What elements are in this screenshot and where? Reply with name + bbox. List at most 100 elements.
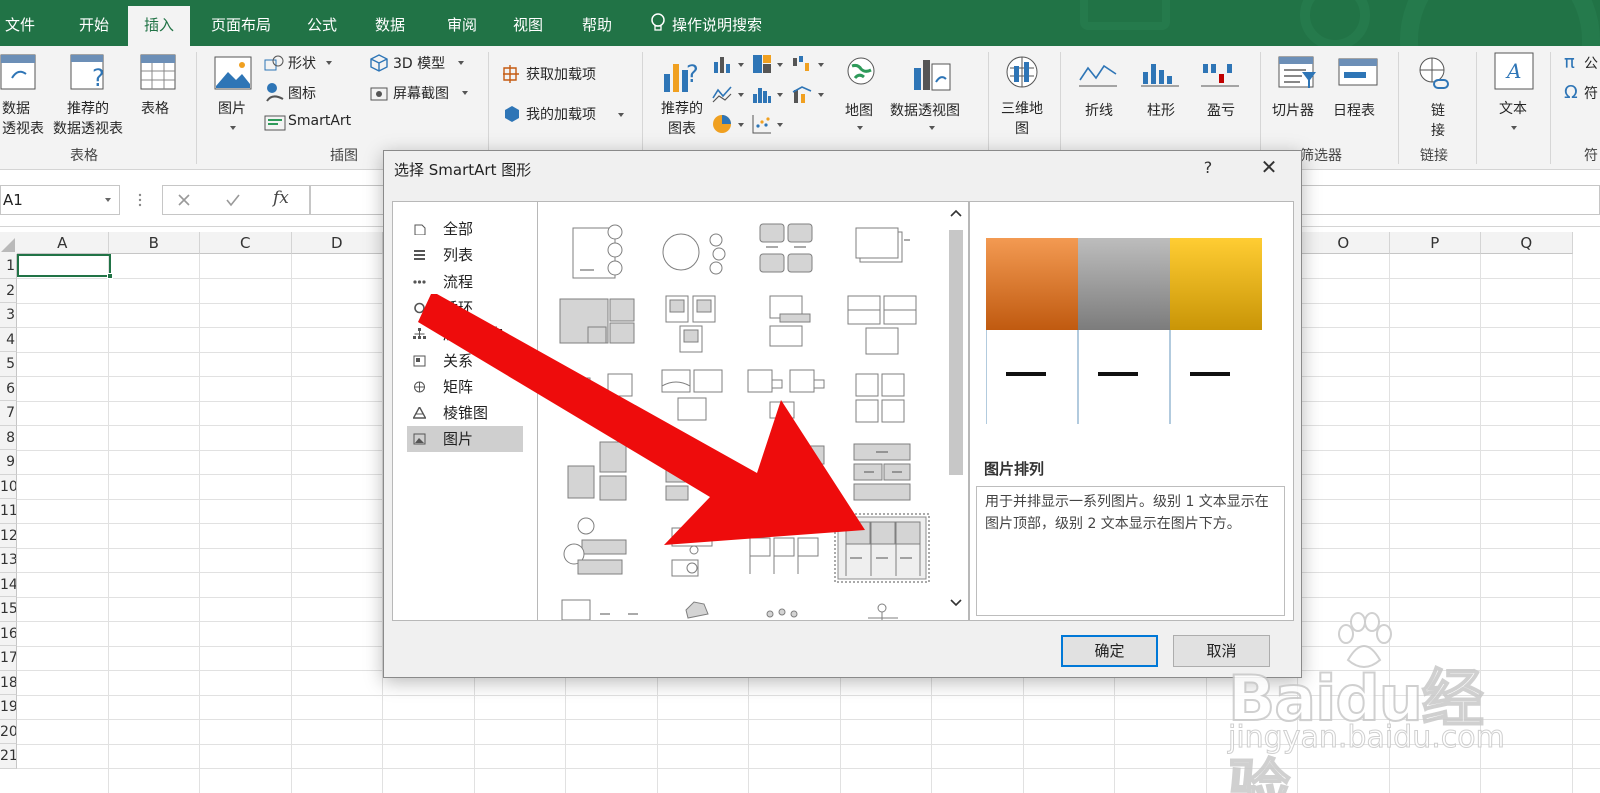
- tab-review[interactable]: 审阅: [432, 0, 492, 46]
- insert-function-button[interactable]: fx: [273, 188, 289, 208]
- enter-check-icon[interactable]: [225, 193, 241, 207]
- column-header-o[interactable]: O: [1298, 232, 1390, 254]
- row-header-3[interactable]: 3: [0, 303, 17, 328]
- layout-picture-banner[interactable]: [853, 443, 911, 501]
- layout-circle-picture-hierarchy[interactable]: [563, 517, 627, 575]
- row-header-6[interactable]: 6: [0, 376, 17, 401]
- select-all-corner[interactable]: [0, 232, 17, 254]
- category-all[interactable]: 全部: [407, 216, 523, 242]
- layout-partial-row[interactable]: [561, 599, 898, 620]
- column-header-d[interactable]: D: [291, 232, 383, 254]
- row-header-1[interactable]: 1: [0, 254, 17, 279]
- table-button[interactable]: 表格: [141, 98, 169, 118]
- timeline-button[interactable]: 日程表: [1333, 100, 1375, 120]
- layout-title-pictures[interactable]: [847, 295, 917, 355]
- symbol-button[interactable]: 符: [1584, 83, 1598, 103]
- column-header-c[interactable]: C: [200, 232, 292, 254]
- layout-bubble-list[interactable]: [662, 233, 726, 275]
- row-header-11[interactable]: 11: [0, 499, 17, 524]
- tab-insert[interactable]: 插入: [128, 6, 190, 46]
- icons-button[interactable]: 图标: [288, 83, 316, 103]
- row-header-21[interactable]: 21: [0, 744, 17, 769]
- active-cell-a1[interactable]: [17, 254, 113, 279]
- layout-picture-squares[interactable]: [855, 373, 905, 423]
- 3d-map-button[interactable]: 三维地图: [996, 98, 1048, 138]
- pictures-button[interactable]: 图片: [218, 98, 246, 118]
- row-header-20[interactable]: 20: [0, 719, 17, 744]
- equation-button[interactable]: 公: [1584, 53, 1598, 73]
- link-button[interactable]: 链接: [1428, 100, 1448, 140]
- layout-caption-blocks[interactable]: [769, 295, 811, 347]
- category-pyramid[interactable]: 棱锥图: [407, 400, 523, 426]
- recommended-pivot-button[interactable]: 推荐的 数据透视表: [48, 98, 128, 138]
- sparkline-winloss-button[interactable]: 盈亏: [1207, 100, 1235, 120]
- tab-home[interactable]: 开始: [60, 0, 128, 46]
- row-header-7[interactable]: 7: [0, 401, 17, 426]
- column-header-a[interactable]: A: [17, 232, 109, 254]
- column-header-q[interactable]: Q: [1481, 232, 1573, 254]
- row-header-2[interactable]: 2: [0, 278, 17, 303]
- layout-picture-grid[interactable]: [559, 298, 635, 344]
- category-process[interactable]: 流程: [407, 269, 523, 295]
- category-relationship[interactable]: 关系: [407, 348, 523, 374]
- scroll-thumb[interactable]: [949, 230, 963, 475]
- layout-picture-grid-small[interactable]: [749, 537, 819, 574]
- layout-picture-strip[interactable]: [799, 445, 825, 499]
- scroll-down-icon[interactable]: [949, 598, 963, 608]
- name-box-caret[interactable]: [105, 198, 111, 202]
- name-box[interactable]: A1: [0, 185, 120, 215]
- row-header-13[interactable]: 13: [0, 548, 17, 573]
- layout-vertical-picture-list[interactable]: [665, 445, 689, 501]
- sparkline-line-button[interactable]: 折线: [1085, 100, 1113, 120]
- row-header-14[interactable]: 14: [0, 572, 17, 597]
- tab-file[interactable]: 文件: [0, 0, 40, 46]
- tab-view[interactable]: 视图: [498, 0, 558, 46]
- my-addins-button[interactable]: 我的加载项: [526, 104, 596, 124]
- category-picture[interactable]: 图片: [407, 426, 523, 453]
- layout-picture-accent-process[interactable]: [671, 527, 713, 577]
- cancel-icon[interactable]: [177, 193, 191, 207]
- row-header-8[interactable]: 8: [0, 425, 17, 450]
- 3d-model-button[interactable]: 3D 模型: [393, 53, 445, 73]
- get-addins-button[interactable]: 获取加载项: [526, 64, 596, 84]
- ok-button[interactable]: 确定: [1061, 635, 1158, 667]
- category-matrix[interactable]: 矩阵: [407, 374, 523, 400]
- row-header-5[interactable]: 5: [0, 352, 17, 377]
- fill-handle[interactable]: [107, 273, 113, 279]
- row-header-16[interactable]: 16: [0, 621, 17, 646]
- pivot-chart-button[interactable]: 数据透视图: [890, 100, 960, 120]
- drag-handle-icon[interactable]: [138, 192, 142, 208]
- category-cycle[interactable]: 循环: [407, 295, 523, 321]
- layout-circle-list[interactable]: [572, 224, 623, 279]
- screenshot-button[interactable]: 屏幕截图: [393, 83, 449, 103]
- row-header-15[interactable]: 15: [0, 597, 17, 622]
- layout-gallery[interactable]: [537, 201, 969, 621]
- shapes-button[interactable]: 形状: [288, 53, 316, 73]
- column-header-p[interactable]: P: [1389, 232, 1481, 254]
- close-button[interactable]: ✕: [1254, 155, 1284, 181]
- row-header-10[interactable]: 10: [0, 474, 17, 499]
- row-header-12[interactable]: 12: [0, 523, 17, 548]
- row-header-9[interactable]: 9: [0, 450, 17, 475]
- slicer-button[interactable]: 切片器: [1272, 100, 1314, 120]
- tab-page-layout[interactable]: 页面布局: [196, 0, 286, 46]
- layout-picture-accent[interactable]: [665, 295, 716, 353]
- smartart-button[interactable]: SmartArt: [288, 113, 351, 129]
- layout-captioned-grid[interactable]: [759, 223, 813, 273]
- row-header-19[interactable]: 19: [0, 695, 17, 720]
- sparkline-column-button[interactable]: 柱形: [1147, 100, 1175, 120]
- layout-picture-arrangement-selected[interactable]: [834, 513, 930, 583]
- tell-me-search[interactable]: 操作说明搜索: [672, 0, 792, 46]
- layout-picture-frames[interactable]: [747, 369, 825, 419]
- pivot-table-button[interactable]: 数据 透视表: [2, 98, 44, 138]
- layout-bending-picture[interactable]: [567, 373, 633, 401]
- row-header-17[interactable]: 17: [0, 646, 17, 671]
- layout-thumbnails[interactable]: [538, 202, 943, 620]
- row-header-18[interactable]: 18: [0, 670, 17, 695]
- text-button[interactable]: 文本: [1499, 98, 1527, 118]
- maps-button[interactable]: 地图: [845, 100, 873, 120]
- tab-data[interactable]: 数据: [360, 0, 420, 46]
- category-list[interactable]: 列表: [407, 242, 523, 268]
- column-header-b[interactable]: B: [108, 232, 200, 254]
- recommended-charts-button[interactable]: 推荐的 图表: [656, 98, 708, 138]
